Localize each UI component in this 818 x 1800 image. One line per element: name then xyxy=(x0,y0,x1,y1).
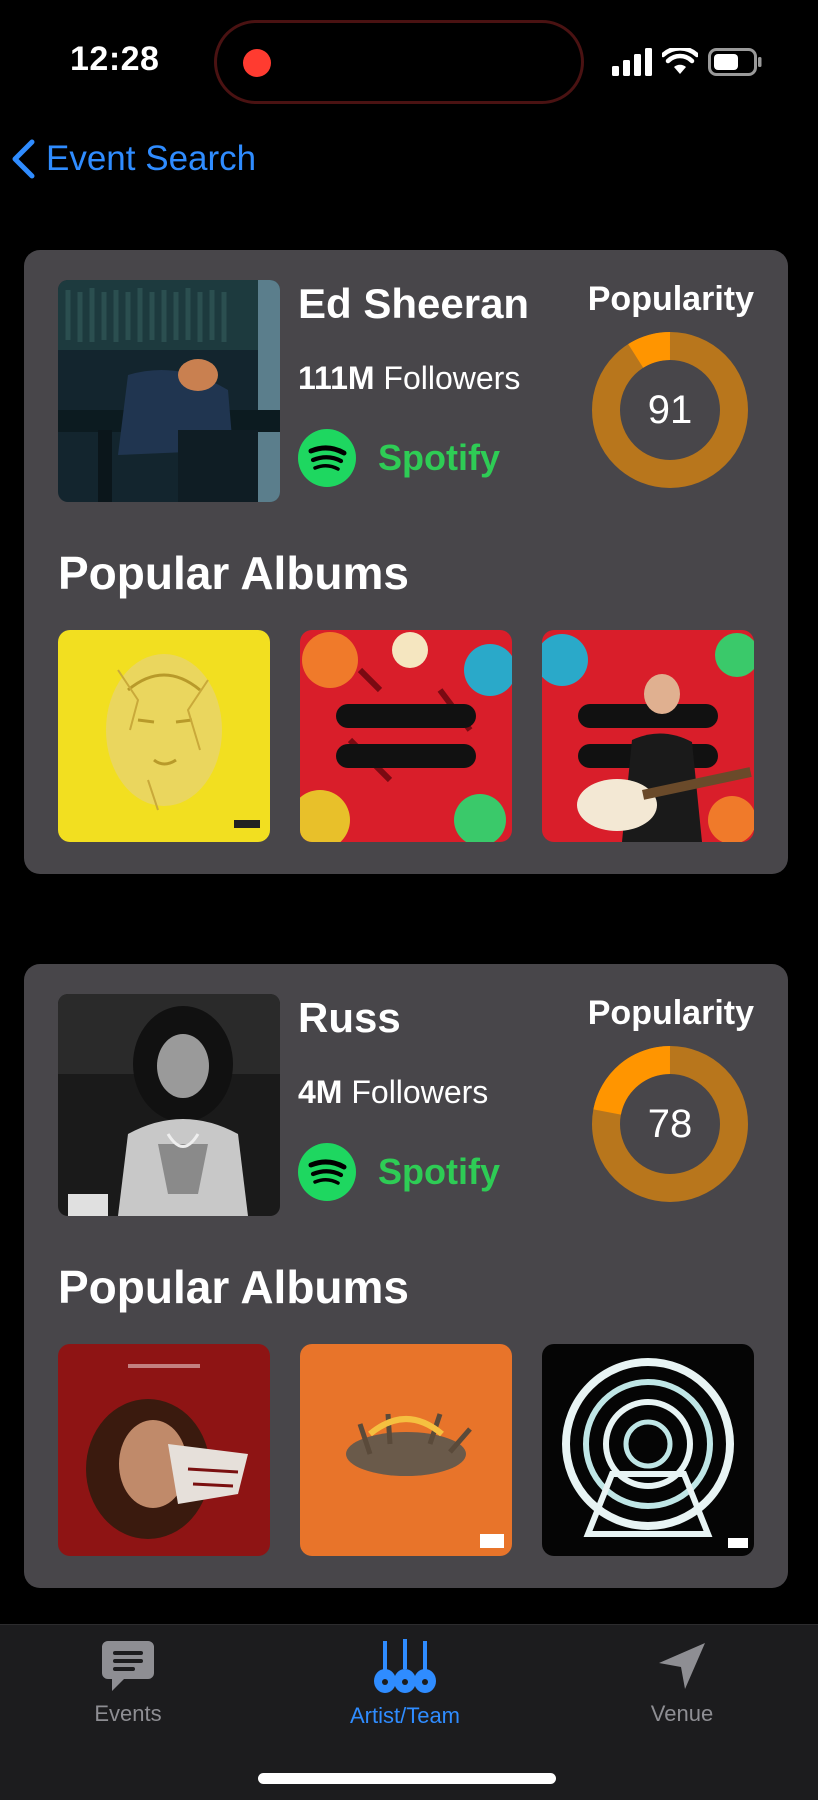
popular-albums-heading: Popular Albums xyxy=(58,1261,409,1313)
popular-albums-heading: Popular Albums xyxy=(58,547,409,599)
artist-photo xyxy=(58,280,280,502)
battery-icon xyxy=(708,48,762,76)
popularity-title: Popularity xyxy=(587,280,754,318)
tab-label: Artist/Team xyxy=(349,1703,461,1728)
followers-number: 4M xyxy=(298,1074,343,1110)
album-cover[interactable] xyxy=(542,630,754,842)
tab-artist-team[interactable]: Artist/Team xyxy=(305,1639,505,1749)
artist-name: Ed Sheeran xyxy=(298,280,530,327)
followers-label: Followers xyxy=(383,360,521,396)
album-cover[interactable] xyxy=(542,1344,754,1556)
guitars-icon xyxy=(374,1639,436,1693)
status-time: 12:28 xyxy=(70,40,160,78)
dynamic-island xyxy=(214,20,584,104)
album-cover[interactable] xyxy=(58,630,270,842)
spotify-link[interactable]: Spotify xyxy=(298,1142,500,1202)
tab-label: Events xyxy=(94,1701,162,1726)
tab-venue[interactable]: Venue xyxy=(582,1639,782,1749)
location-arrow-icon xyxy=(659,1643,705,1689)
tab-events[interactable]: Events xyxy=(28,1639,228,1749)
followers-number: 111M xyxy=(298,360,375,396)
artist-photo xyxy=(58,994,280,1216)
status-bar: 12:28 xyxy=(0,0,818,120)
album-cover[interactable] xyxy=(300,1344,512,1556)
followers-count: 4M Followers xyxy=(298,1074,488,1111)
spotify-label: Spotify xyxy=(378,1151,500,1192)
album-cover[interactable] xyxy=(58,1344,270,1556)
spotify-icon xyxy=(298,1143,356,1201)
home-indicator xyxy=(258,1773,556,1784)
recording-indicator-icon xyxy=(243,49,271,77)
artist-card: Ed Sheeran 111M Followers Spotify Popula… xyxy=(24,250,788,874)
album-cover[interactable] xyxy=(300,630,512,842)
spotify-link[interactable]: Spotify xyxy=(298,428,500,488)
followers-count: 111M Followers xyxy=(298,360,520,397)
followers-label: Followers xyxy=(351,1074,489,1110)
cellular-signal-icon xyxy=(612,48,652,76)
popularity-title: Popularity xyxy=(587,994,754,1032)
chevron-left-icon xyxy=(12,139,35,179)
spotify-icon xyxy=(298,429,356,487)
back-button-label: Event Search xyxy=(46,139,257,178)
chat-bubble-icon xyxy=(102,1641,154,1691)
spotify-label: Spotify xyxy=(378,437,500,478)
tab-label: Venue xyxy=(650,1701,714,1726)
back-button[interactable]: Event Search xyxy=(8,136,256,182)
wifi-icon xyxy=(662,48,698,74)
popularity-value: 91 xyxy=(647,387,693,432)
status-icons xyxy=(612,44,762,80)
artist-name: Russ xyxy=(298,994,401,1041)
artist-card: Russ 4M Followers Spotify Popularity 78 … xyxy=(24,964,788,1588)
popularity-value: 78 xyxy=(647,1101,693,1146)
